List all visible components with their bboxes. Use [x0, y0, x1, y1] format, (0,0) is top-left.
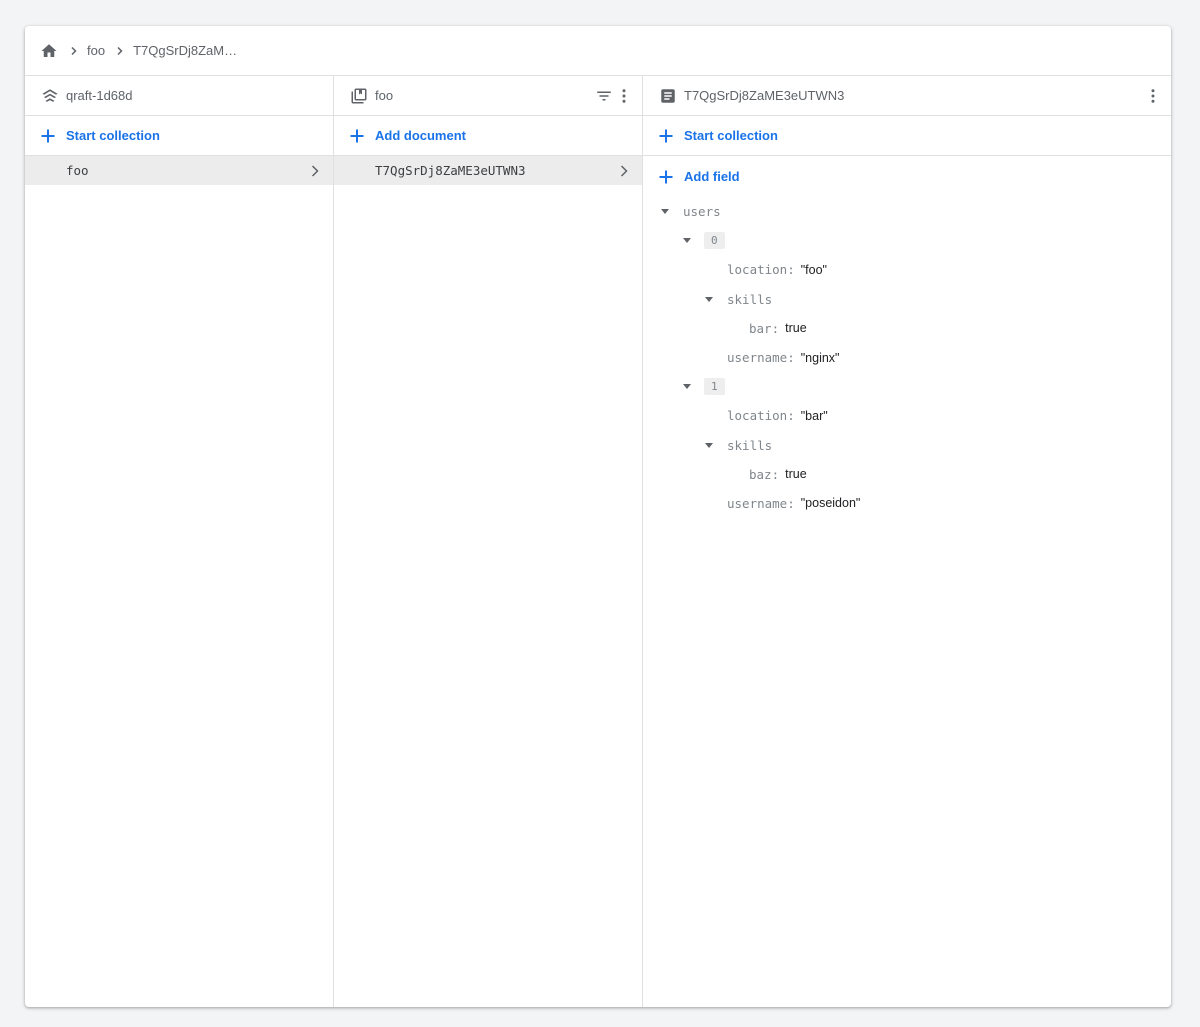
more-vert-icon[interactable]: [1143, 84, 1163, 108]
project-panel: qraft-1d68d Start collection foo: [25, 76, 334, 1007]
project-panel-header: qraft-1d68d: [25, 76, 333, 116]
document-title: T7QgSrDj8ZaME3eUTWN3: [684, 88, 845, 103]
document-icon: [658, 86, 678, 106]
add-icon: [658, 169, 674, 185]
field-key: skills: [727, 437, 773, 453]
field-key: username:: [727, 350, 795, 366]
field-row-skill[interactable]: baz: true: [643, 460, 1171, 489]
field-key: bar:: [749, 320, 780, 336]
arrow-drop-down-icon[interactable]: [659, 206, 671, 218]
start-collection-button[interactable]: Start collection: [25, 116, 333, 156]
collection-name: foo: [66, 163, 89, 178]
breadcrumb-item-collection[interactable]: foo: [87, 43, 105, 58]
data-panels: qraft-1d68d Start collection foo foo Add…: [25, 76, 1171, 1007]
field-row-location[interactable]: location: "foo": [643, 255, 1171, 284]
field-row-skill[interactable]: bar: true: [643, 314, 1171, 343]
array-index-badge: 1: [704, 378, 725, 396]
field-row-skills[interactable]: skills: [643, 431, 1171, 460]
document-panel: T7QgSrDj8ZaME3eUTWN3 Start collection Ad…: [643, 76, 1171, 1007]
field-value: "poseidon": [800, 496, 861, 511]
add-field-button[interactable]: Add field: [643, 156, 1171, 197]
filter-icon[interactable]: [594, 84, 614, 108]
array-item-1[interactable]: 1: [643, 372, 1171, 401]
field-key: users: [683, 204, 721, 220]
array-index-badge: 0: [704, 232, 725, 250]
field-row-skills[interactable]: skills: [643, 285, 1171, 314]
field-value: true: [785, 467, 807, 482]
start-collection-label: Start collection: [684, 128, 778, 143]
collection-panel-header: foo: [334, 76, 642, 116]
home-icon[interactable]: [39, 41, 59, 61]
arrow-drop-down-icon[interactable]: [681, 235, 693, 247]
project-title: qraft-1d68d: [66, 88, 133, 103]
add-document-label: Add document: [375, 128, 466, 143]
document-id: T7QgSrDj8ZaME3eUTWN3: [375, 163, 526, 178]
chevron-right-icon: [618, 164, 630, 178]
array-item-0[interactable]: 0: [643, 226, 1171, 255]
chevron-right-icon: [67, 44, 81, 58]
add-icon: [658, 128, 674, 144]
field-row-users[interactable]: users: [643, 197, 1171, 226]
project-icon: [40, 86, 60, 106]
chevron-right-icon: [113, 44, 127, 58]
more-vert-icon[interactable]: [614, 84, 634, 108]
firestore-data-card: foo T7QgSrDj8ZaM… qraft-1d68d Start coll…: [25, 26, 1171, 1007]
field-value: "nginx": [800, 350, 840, 365]
arrow-drop-down-icon[interactable]: [703, 293, 715, 305]
collection-title: foo: [375, 88, 394, 103]
add-field-label: Add field: [684, 169, 740, 184]
field-row-username[interactable]: username: "poseidon": [643, 489, 1171, 518]
field-key: username:: [727, 495, 795, 511]
collection-panel: foo Add document T7QgSrDj8ZaME3eUTWN3: [334, 76, 643, 1007]
field-key: location:: [727, 262, 795, 278]
start-collection-label: Start collection: [66, 128, 160, 143]
arrow-drop-down-icon[interactable]: [703, 439, 715, 451]
breadcrumb-item-document[interactable]: T7QgSrDj8ZaM…: [133, 43, 237, 58]
document-list-item[interactable]: T7QgSrDj8ZaME3eUTWN3: [334, 156, 642, 185]
field-row-username[interactable]: username: "nginx": [643, 343, 1171, 372]
add-icon: [349, 128, 365, 144]
breadcrumb: foo T7QgSrDj8ZaM…: [25, 26, 1171, 76]
chevron-right-icon: [309, 164, 321, 178]
field-key: location:: [727, 408, 795, 424]
field-value: "bar": [800, 408, 828, 423]
field-value: "foo": [800, 262, 827, 277]
add-icon: [40, 128, 56, 144]
collection-icon: [349, 86, 369, 106]
field-key: baz:: [749, 466, 780, 482]
start-subcollection-button[interactable]: Start collection: [643, 116, 1171, 156]
field-row-location[interactable]: location: "bar": [643, 401, 1171, 430]
field-key: skills: [727, 291, 773, 307]
collection-list-item[interactable]: foo: [25, 156, 333, 185]
add-document-button[interactable]: Add document: [334, 116, 642, 156]
arrow-drop-down-icon[interactable]: [681, 381, 693, 393]
field-value: true: [785, 321, 807, 336]
document-panel-header: T7QgSrDj8ZaME3eUTWN3: [643, 76, 1171, 116]
field-tree: users 0 location: "foo" skills bar: true…: [643, 197, 1171, 518]
